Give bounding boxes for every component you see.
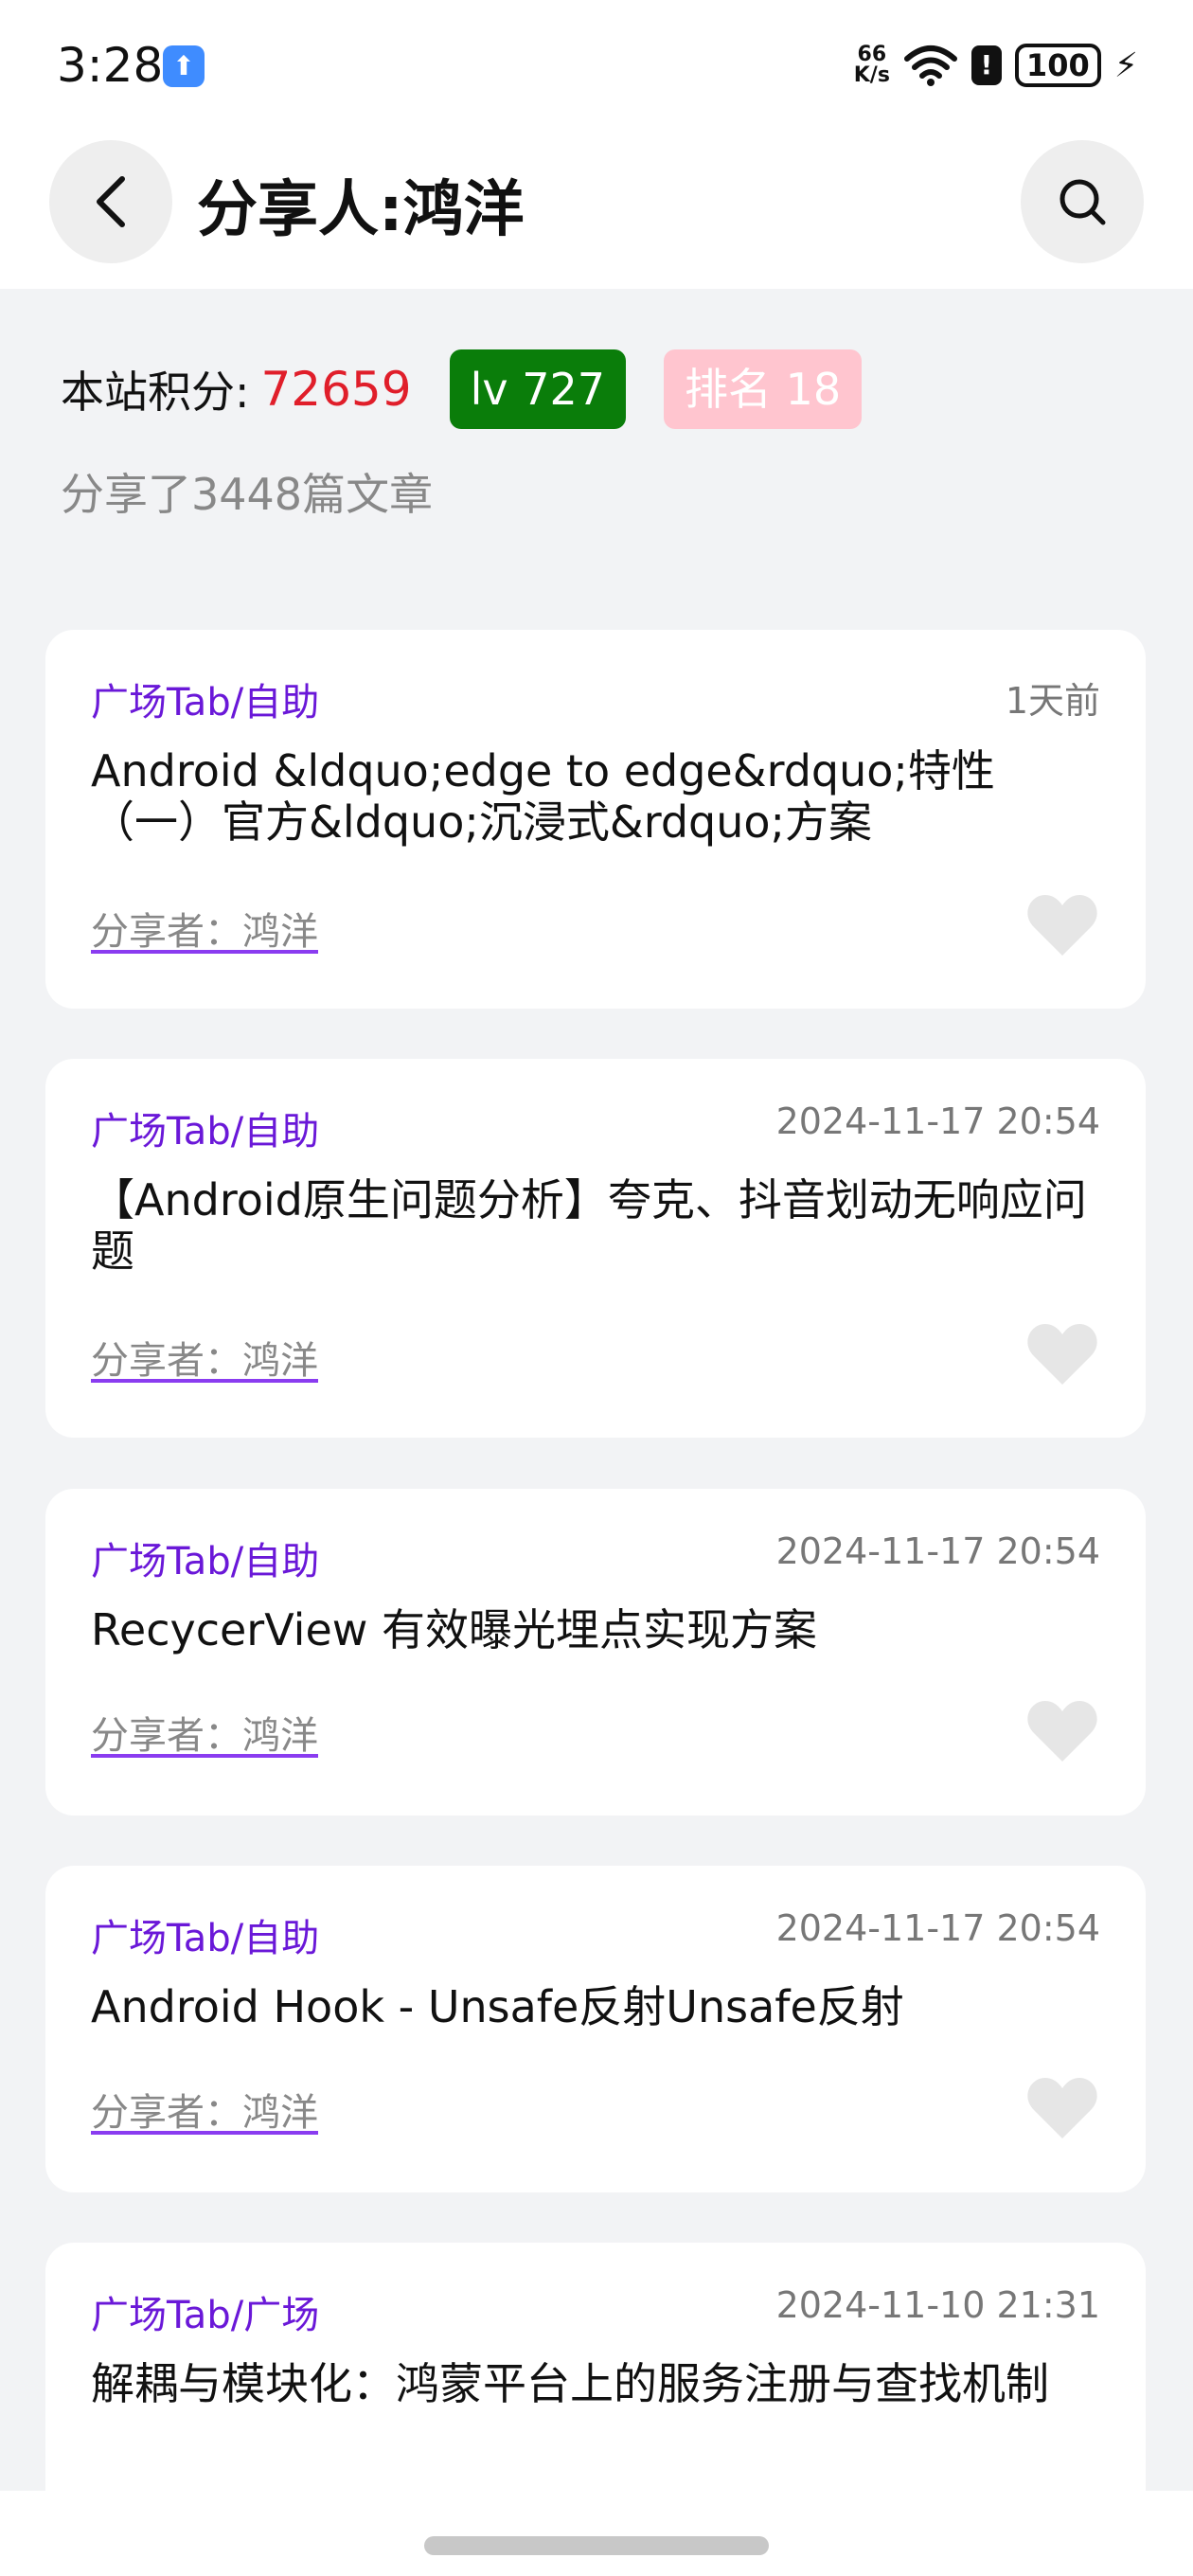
score-value: 72659	[260, 362, 412, 417]
net-speed-value: 66	[857, 43, 887, 66]
article-sharer[interactable]: 分享者：鸿洋	[91, 1330, 318, 1385]
home-indicator[interactable]	[424, 2536, 769, 2555]
navigation-bar	[0, 2491, 1193, 2576]
wifi-icon	[903, 45, 957, 86]
article-date: 2024-11-17 20:54	[775, 1100, 1100, 1142]
article-date: 2024-11-17 20:54	[775, 1907, 1100, 1949]
article-title[interactable]: Android Hook - Unsafe反射Unsafe反射	[91, 1981, 1100, 2032]
heart-icon[interactable]	[1026, 893, 1098, 957]
level-badge: lv 727	[449, 349, 626, 429]
status-time: 3:28	[57, 38, 164, 93]
net-speed-unit: K/s	[853, 63, 890, 87]
article-category[interactable]: 广场Tab/广场	[91, 2284, 319, 2339]
score-row: 本站积分: 72659 lv 727 排名 18	[61, 349, 863, 430]
share-count: 分享了3448篇文章	[61, 469, 434, 520]
article-card[interactable]: 广场Tab/自助 2024-11-17 20:54 【Android原生问题分析…	[45, 1059, 1146, 1438]
article-card[interactable]: 广场Tab/自助 2024-11-17 20:54 Android Hook -…	[45, 1866, 1146, 2192]
article-category[interactable]: 广场Tab/自助	[91, 671, 319, 726]
article-date: 2024-11-17 20:54	[775, 1530, 1100, 1572]
charging-icon: ⚡	[1113, 45, 1138, 85]
article-sharer[interactable]: 分享者：鸿洋	[91, 1705, 318, 1760]
score-label: 本站积分:	[61, 367, 250, 418]
app-notification-icon: ⬆	[163, 45, 205, 87]
status-icons: 66 K/s ! 100 ⚡	[854, 42, 1138, 89]
rank-badge: 排名 18	[664, 349, 863, 429]
article-sharer[interactable]: 分享者：鸿洋	[91, 901, 318, 956]
battery-icon: 100	[1014, 44, 1101, 87]
page-title: 分享人:鸿洋	[197, 175, 525, 245]
article-card[interactable]: 广场Tab/自助 1天前 Android &ldquo;edge to edge…	[45, 630, 1146, 1009]
heart-icon[interactable]	[1026, 1322, 1098, 1386]
search-icon	[1059, 179, 1106, 225]
screen: 3:28 ⬆ 66 K/s ! 100 ⚡ 分享人:鸿洋 本站积分: 72659…	[0, 0, 1193, 2576]
article-date: 1天前	[1005, 680, 1100, 722]
article-card[interactable]: 广场Tab/自助 2024-11-17 20:54 RecycerView 有效…	[45, 1489, 1146, 1816]
article-date: 2024-11-10 21:31	[775, 2284, 1100, 2326]
heart-icon[interactable]	[1026, 1699, 1098, 1763]
article-sharer[interactable]: 分享者：鸿洋	[91, 2082, 318, 2137]
article-title[interactable]: Android &ldquo;edge to edge&rdquo;特性（一）官…	[91, 745, 1100, 848]
article-title[interactable]: 解耦与模块化：鸿蒙平台上的服务注册与查找机制	[91, 2358, 1100, 2409]
article-category[interactable]: 广场Tab/自助	[91, 1100, 319, 1155]
article-category[interactable]: 广场Tab/自助	[91, 1907, 319, 1962]
battery-saver-icon: !	[970, 45, 1002, 85]
heart-icon[interactable]	[1026, 2076, 1098, 2140]
article-category[interactable]: 广场Tab/自助	[91, 1530, 319, 1585]
network-speed: 66 K/s	[854, 45, 890, 86]
article-title[interactable]: RecycerView 有效曝光埋点实现方案	[91, 1604, 1100, 1655]
top-bar: 3:28 ⬆ 66 K/s ! 100 ⚡ 分享人:鸿洋	[0, 0, 1193, 289]
search-button[interactable]	[1021, 140, 1144, 263]
article-title[interactable]: 【Android原生问题分析】夸克、抖音划动无响应问题	[91, 1174, 1100, 1277]
back-icon	[97, 176, 125, 227]
back-button[interactable]	[49, 140, 172, 263]
